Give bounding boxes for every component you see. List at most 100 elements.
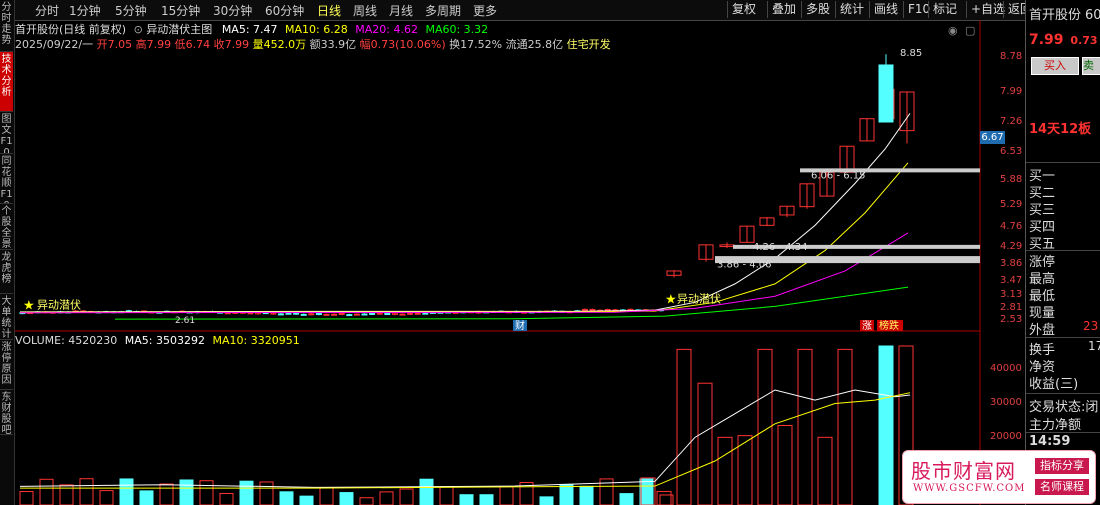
- candle-body: [369, 312, 376, 315]
- left-tab-1[interactable]: 技术分析: [0, 52, 13, 112]
- left-tab-4[interactable]: 个股全景: [0, 204, 13, 250]
- candle-body: [361, 313, 368, 316]
- watermark-url: WWW.GSCFW.COM: [913, 483, 1026, 494]
- toolbar-button-2[interactable]: 多股: [801, 1, 834, 18]
- finance-row-2: 收益(三): [1029, 377, 1079, 392]
- volume-bar: [619, 493, 634, 505]
- price-tick-2: 7.26: [1000, 116, 1023, 127]
- price-tick-8: 3.86: [1000, 258, 1023, 269]
- volume-bar: [79, 478, 94, 505]
- candle-body: [308, 313, 315, 316]
- volume-bar: [676, 348, 692, 505]
- volume-bar: [379, 491, 394, 505]
- tag-zhang: 涨: [862, 320, 872, 332]
- low-label: 2.61: [175, 316, 195, 326]
- volume-bar: [737, 435, 753, 505]
- period-tab-7[interactable]: 周线: [353, 2, 377, 19]
- volume-bar: [339, 492, 354, 505]
- ma10-line: [19, 162, 909, 313]
- watermark-title: 股市财富网: [911, 459, 1016, 483]
- volume-bar: [797, 348, 813, 505]
- volume-bar: [399, 488, 414, 505]
- volume-bar: [777, 425, 793, 505]
- candle-body: [338, 313, 345, 316]
- volume-info-line: VOLUME: 4520230 MA5: 3503292 MA10: 33209…: [15, 334, 300, 347]
- panel-price: 7.99 0.73: [1029, 32, 1098, 48]
- volume-bar: [119, 478, 134, 505]
- period-tab-6[interactable]: 日线: [317, 2, 341, 19]
- ma60-line: [114, 286, 909, 320]
- volume-bar: [579, 485, 594, 505]
- price-tick-11: 2.81: [1000, 302, 1023, 313]
- signal-star-2: ★: [665, 293, 677, 308]
- volume-tick-1: 30000: [990, 397, 1022, 408]
- period-tab-3[interactable]: 15分钟: [161, 2, 200, 19]
- candle-body: [331, 313, 338, 316]
- period-tab-2[interactable]: 5分钟: [115, 2, 147, 19]
- volume-bar: [459, 494, 474, 505]
- volume-ma5: MA5: 3503292: [124, 334, 205, 347]
- signal-label-2: 异动潜伏: [677, 291, 721, 305]
- volume-tick-0: 40000: [990, 363, 1022, 374]
- candle-body: [878, 64, 894, 123]
- period-tab-10[interactable]: 更多: [473, 2, 497, 19]
- volume-ma10-line: [20, 392, 911, 489]
- toolbar-button-0[interactable]: 复权: [727, 1, 760, 18]
- buy-button[interactable]: 买入: [1031, 57, 1079, 75]
- period-tab-8[interactable]: 月线: [389, 2, 413, 19]
- volume-bar: [717, 436, 733, 505]
- volume-bar: [419, 478, 434, 505]
- candle-body: [315, 312, 322, 316]
- volume-bar: [697, 382, 713, 505]
- price-tick-12: 2.53: [1000, 314, 1023, 325]
- left-tab-6[interactable]: 大单统计: [0, 294, 13, 340]
- panel-stock-name: 首开股份 60: [1029, 8, 1100, 23]
- period-tab-4[interactable]: 30分钟: [213, 2, 252, 19]
- period-tab-5[interactable]: 60分钟: [265, 2, 304, 19]
- volume-bar: [479, 494, 494, 505]
- kline-chart[interactable]: 6.06 - 6.15 4.26 - 4.34 3.86 - 4.06 8.85 2.6…: [15, 20, 1025, 505]
- tag-bang: 榜跌: [879, 319, 899, 332]
- left-tab-7[interactable]: 涨停原因: [0, 340, 13, 390]
- candle-body: [285, 312, 292, 315]
- price-tick-0: 8.78: [1000, 51, 1023, 62]
- quote-panel: 首开股份60 7.99 0.73 买入 卖出 14天12板 买一买二买三买四买五…: [1025, 0, 1100, 505]
- volume-bar: [878, 345, 894, 505]
- toolbar-button-1[interactable]: 叠加: [767, 1, 800, 18]
- left-tab-2[interactable]: 图文F10: [0, 112, 13, 154]
- volume-ma10: MA10: 3320951: [212, 334, 300, 347]
- candle-body: [323, 313, 330, 316]
- price-tick-1: 7.99: [1000, 86, 1023, 97]
- trade-state: 交易状态:闭: [1029, 400, 1099, 415]
- candle-body: [414, 312, 421, 315]
- left-tab-3[interactable]: 同花顺F10: [0, 154, 13, 204]
- volume-tick-2: 20000: [990, 431, 1022, 442]
- volume-bar: [439, 486, 454, 505]
- toolbar-button-6[interactable]: 标记: [928, 1, 961, 18]
- period-tab-1[interactable]: 1分钟: [69, 2, 101, 19]
- period-tab-0[interactable]: 分时: [35, 2, 59, 19]
- candle-body: [407, 312, 414, 315]
- signal-label-1: 异动潜伏: [37, 297, 81, 311]
- sell-button[interactable]: 卖出: [1082, 57, 1100, 75]
- period-tab-9[interactable]: 多周期: [425, 2, 461, 19]
- outer-value: 23: [1083, 319, 1099, 333]
- candle-body: [300, 313, 307, 316]
- candle-body: [277, 313, 284, 316]
- toolbar-button-4[interactable]: 画线: [869, 1, 902, 18]
- tag-cai: 财: [515, 319, 525, 332]
- main-net-label[interactable]: 主力净额: [1029, 414, 1081, 433]
- price-tick-5: 5.29: [1000, 199, 1023, 210]
- watermark-tag2: 名师课程: [1035, 479, 1089, 495]
- left-tab-5[interactable]: 龙虎榜: [0, 250, 13, 294]
- volume-bar: [199, 480, 214, 505]
- price-tick-7: 4.29: [1000, 241, 1023, 252]
- candle-body: [422, 312, 429, 315]
- left-tab-8[interactable]: 东财股吧: [0, 390, 13, 435]
- toolbar-button-3[interactable]: 统计: [835, 1, 868, 18]
- candle-body: [581, 308, 588, 311]
- left-tab-strip: 分时走势技术分析图文F10同花顺F10个股全景龙虎榜大单统计涨停原因东财股吧: [0, 0, 15, 505]
- volume-bar: [319, 487, 334, 505]
- left-tab-0[interactable]: 分时走势: [0, 0, 13, 52]
- volume-bar: [159, 483, 174, 505]
